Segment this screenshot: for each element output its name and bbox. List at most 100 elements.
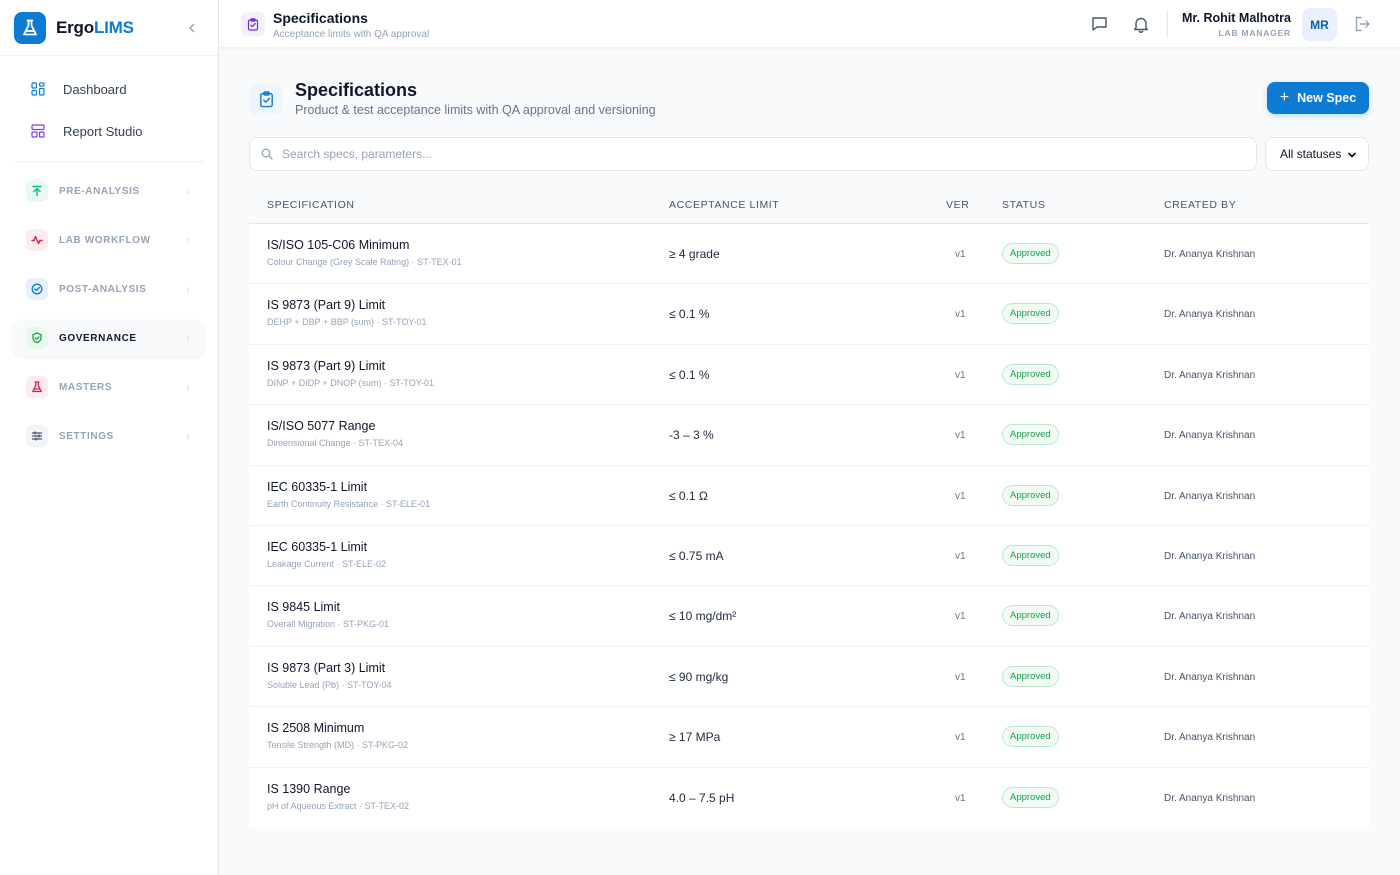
spec-name: IS 2508 Minimum xyxy=(267,721,365,736)
sidebar-group-governance[interactable]: GOVERNANCE › xyxy=(14,320,204,356)
user-name: Mr. Rohit Malhotra xyxy=(1181,11,1291,25)
sidebar-item-dashboard[interactable]: Dashboard xyxy=(30,81,127,97)
spec-meta: Earth Continuity Resistance · ST-ELE-01 xyxy=(267,498,431,509)
acceptance-limit: ≤ 0.1 % xyxy=(669,367,710,382)
spec-name: IS/ISO 5077 Range xyxy=(267,419,376,434)
status-badge: Approved xyxy=(1002,484,1059,506)
chevron-right-icon: › xyxy=(186,380,190,394)
spec-version: v1 xyxy=(955,369,966,381)
spec-name: IEC 60335-1 Limit xyxy=(267,479,368,494)
spec-name: IS/ISO 105-C06 Minimum xyxy=(267,238,410,252)
sidebar-group-settings[interactable]: SETTINGS › xyxy=(14,418,204,454)
column-header-acceptance-limit[interactable]: ACCEPTANCE LIMIT xyxy=(669,199,779,211)
column-header-created-by[interactable]: CREATED BY xyxy=(1164,199,1236,211)
created-by: Dr. Ananya Krishnan xyxy=(1164,611,1256,623)
status-badge: Approved xyxy=(1002,243,1059,264)
topbar-title: Specifications xyxy=(273,10,368,26)
activity-icon xyxy=(26,229,48,251)
status-filter-select[interactable]: All statuses xyxy=(1265,137,1369,171)
clipboard-check-icon xyxy=(241,12,265,36)
chevron-down-icon xyxy=(1347,149,1357,159)
sidebar-item-label: Dashboard xyxy=(63,81,127,97)
avatar[interactable]: MR xyxy=(1302,8,1337,41)
sidebar-group-pre-analysis[interactable]: PRE-ANALYSIS › xyxy=(14,173,204,209)
sidebar-group-label: SETTINGS xyxy=(59,430,114,442)
status-badge: Approved xyxy=(1002,424,1059,446)
table-row[interactable]: IS/ISO 5077 Range Dimensional Change · ST… xyxy=(249,405,1369,466)
grid-icon xyxy=(30,81,46,97)
spec-name: IS 9873 (Part 9) Limit xyxy=(267,358,386,373)
chevron-left-icon[interactable] xyxy=(184,18,200,38)
table-row[interactable]: IS 2508 Minimum Tensile Strength (MD) · S… xyxy=(249,707,1369,768)
chevron-right-icon: › xyxy=(186,282,190,296)
spec-meta: Colour Change (Grey Scale Rating) · ST-T… xyxy=(267,257,462,267)
spec-meta: Overall Migration · ST-PKG-01 xyxy=(267,619,390,630)
table-row[interactable]: IS 9845 Limit Overall Migration · ST-PKG-… xyxy=(249,586,1369,647)
chevron-right-icon: › xyxy=(186,233,190,247)
flask-icon xyxy=(26,376,48,398)
column-header-status[interactable]: STATUS xyxy=(1002,199,1045,211)
status-badge: Approved xyxy=(1002,605,1059,627)
column-header-ver[interactable]: VER xyxy=(946,199,969,211)
acceptance-limit: -3 – 3 % xyxy=(669,428,714,443)
sidebar-group-lab-workflow[interactable]: LAB WORKFLOW › xyxy=(14,222,204,258)
spec-version: v1 xyxy=(955,792,966,804)
status-badge: Approved xyxy=(1002,544,1059,566)
topbar-subtitle: Acceptance limits with QA approval xyxy=(273,29,430,40)
specifications-table: SPECIFICATION ACCEPTANCE LIMIT VER STATU… xyxy=(249,186,1369,828)
page-subtitle: Product & test acceptance limits with QA… xyxy=(295,103,656,117)
status-filter-value: All statuses xyxy=(1280,147,1342,161)
spec-name: IS 1390 Range xyxy=(267,781,351,796)
table-header: SPECIFICATION ACCEPTANCE LIMIT VER STATU… xyxy=(249,186,1369,224)
created-by: Dr. Ananya Krishnan xyxy=(1164,430,1256,442)
bell-icon[interactable] xyxy=(1131,14,1151,34)
created-by: Dr. Ananya Krishnan xyxy=(1164,369,1256,381)
page-title: Specifications xyxy=(295,80,418,100)
search-input[interactable] xyxy=(282,147,1182,161)
spec-version: v1 xyxy=(955,671,966,683)
spec-meta: Soluble Lead (Pb) · ST-TOY-04 xyxy=(267,679,392,690)
sidebar-divider xyxy=(14,161,204,162)
layout-icon xyxy=(30,123,46,139)
status-badge: Approved xyxy=(1002,665,1059,687)
table-row[interactable]: IS/ISO 105-C06 Minimum Colour Change (Gre… xyxy=(249,224,1369,285)
spec-version: v1 xyxy=(955,732,966,744)
table-row[interactable]: IS 1390 Range pH of Aqueous Extract · ST-… xyxy=(249,768,1369,828)
sidebar-item-label: Report Studio xyxy=(63,123,143,139)
acceptance-limit: 4.0 – 7.5 pH xyxy=(669,790,735,805)
search-icon xyxy=(261,148,273,160)
sidebar-item-report-studio[interactable]: Report Studio xyxy=(30,123,143,139)
spec-meta: Dimensional Change · ST-TEX-04 xyxy=(267,438,404,449)
chevron-right-icon: › xyxy=(186,184,190,198)
search-box[interactable] xyxy=(249,137,1257,171)
spec-name: IS 9873 (Part 9) Limit xyxy=(267,298,386,313)
sliders-icon xyxy=(26,425,48,447)
table-row[interactable]: IS 9873 (Part 9) Limit DEHP + DBP + BBP (… xyxy=(249,284,1369,345)
topbar: Specifications Acceptance limits with QA… xyxy=(219,0,1400,48)
column-header-specification[interactable]: SPECIFICATION xyxy=(267,199,355,211)
table-row[interactable]: IS 9873 (Part 3) Limit Soluble Lead (Pb) … xyxy=(249,647,1369,708)
flask-logo-icon xyxy=(14,11,46,44)
created-by: Dr. Ananya Krishnan xyxy=(1164,490,1256,502)
created-by: Dr. Ananya Krishnan xyxy=(1164,309,1256,321)
table-row[interactable]: IS 9873 (Part 9) Limit DINP + DIDP + DNOP… xyxy=(249,345,1369,406)
status-badge: Approved xyxy=(1002,303,1059,325)
logout-icon[interactable] xyxy=(1352,14,1372,34)
created-by: Dr. Ananya Krishnan xyxy=(1164,249,1256,260)
spec-version: v1 xyxy=(955,550,966,562)
table-row[interactable]: IEC 60335-1 Limit Earth Continuity Resist… xyxy=(249,466,1369,526)
table-row[interactable]: IEC 60335-1 Limit Leakage Current · ST-EL… xyxy=(249,526,1369,587)
message-icon[interactable] xyxy=(1089,14,1109,34)
status-badge: Approved xyxy=(1002,726,1059,748)
sidebar-group-masters[interactable]: MASTERS › xyxy=(14,369,204,405)
spec-meta: Tensile Strength (MD) · ST-PKG-02 xyxy=(267,740,409,751)
spec-version: v1 xyxy=(955,249,966,260)
sidebar-group-label: PRE-ANALYSIS xyxy=(59,185,140,197)
sidebar-group-post-analysis[interactable]: POST-ANALYSIS › xyxy=(14,271,204,307)
acceptance-limit: ≤ 10 mg/dm² xyxy=(669,609,737,624)
created-by: Dr. Ananya Krishnan xyxy=(1164,732,1256,744)
shield-check-icon xyxy=(26,327,48,349)
new-spec-button[interactable]: + New Spec xyxy=(1267,82,1369,114)
spec-version: v1 xyxy=(955,430,966,442)
check-circle-icon xyxy=(26,278,48,300)
